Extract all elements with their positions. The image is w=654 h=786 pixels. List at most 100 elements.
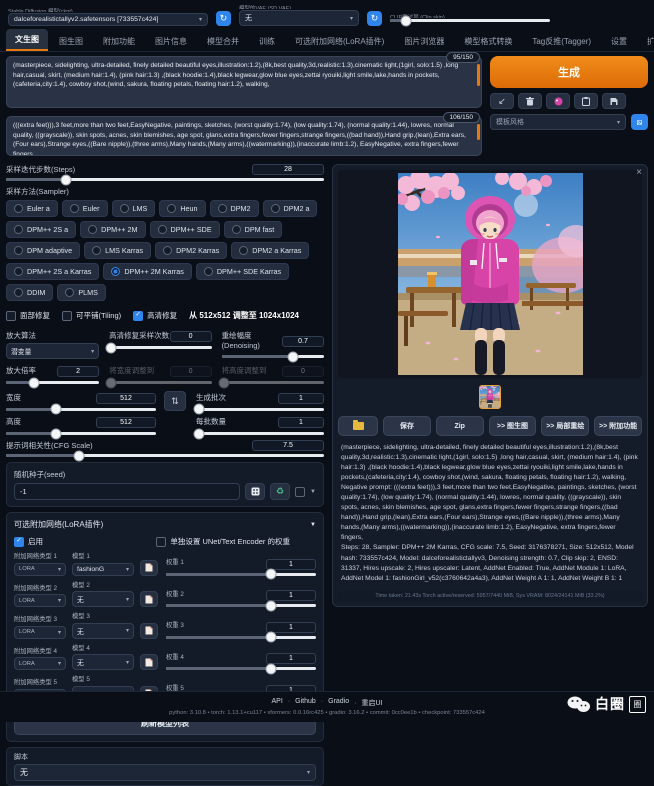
lora-type-dropdown[interactable]: LoRA ▾ — [14, 563, 66, 576]
tab[interactable]: 扩展 — [638, 31, 654, 51]
style-dropdown[interactable]: 模板风格 ▾ — [490, 114, 626, 130]
upscale-by-slider[interactable] — [6, 381, 99, 384]
tab[interactable]: 附加功能 — [94, 31, 144, 51]
generate-button[interactable]: 生成 — [490, 56, 648, 88]
slider-handle[interactable] — [61, 174, 72, 185]
cfg-slider[interactable] — [6, 454, 324, 457]
resize-width-slider[interactable] — [109, 381, 211, 384]
sampler-option[interactable]: Euler — [62, 200, 108, 217]
tab[interactable]: 训练 — [250, 31, 284, 51]
refresh-styles-button[interactable] — [631, 114, 648, 130]
lora-weight-slider[interactable] — [166, 636, 316, 639]
lora-separate-weights-checkbox[interactable]: 单独设置 UNet/Text Encoder 的权重 — [156, 536, 290, 547]
lora-type-dropdown[interactable]: LoRA ▾ — [14, 626, 66, 639]
sampler-option[interactable]: DPM++ SDE Karras — [196, 263, 289, 280]
send-to-img2img-button[interactable]: >> 图生图 — [489, 416, 537, 436]
slider-handle[interactable] — [28, 377, 39, 388]
lora-model-info-button[interactable] — [140, 560, 158, 576]
sampler-option[interactable]: DPM2 a — [263, 200, 318, 217]
hires-fix-checkbox[interactable]: 高清修复 — [133, 310, 177, 321]
sampler-option[interactable]: DPM2 a Karras — [231, 242, 309, 259]
cfg-input[interactable]: 7.5 — [252, 440, 324, 451]
clear-prompt-button[interactable] — [518, 93, 542, 109]
slider-handle[interactable] — [193, 404, 204, 415]
slider-handle[interactable] — [266, 600, 277, 611]
script-dropdown[interactable]: 无 ▾ — [14, 764, 316, 781]
slider-handle[interactable] — [74, 450, 85, 461]
width-input[interactable]: 512 — [96, 393, 156, 404]
sampler-option[interactable]: DPM adaptive — [6, 242, 80, 259]
lora-weight-input[interactable]: 1 — [266, 653, 316, 664]
batch-count-input[interactable]: 1 — [278, 393, 324, 404]
sampler-option[interactable]: DPM2 Karras — [155, 242, 227, 259]
tab[interactable]: 模型格式转换 — [455, 31, 521, 51]
sampler-option[interactable]: Euler a — [6, 200, 58, 217]
prompt-input[interactable]: (masterpiece, sidelighting, ultra-detail… — [6, 56, 482, 108]
footer-link[interactable]: API — [272, 698, 283, 708]
lora-enable-checkbox[interactable]: 启用 — [14, 536, 43, 547]
slider-handle[interactable] — [288, 351, 299, 362]
tab[interactable]: Tag反推(Tagger) — [523, 31, 600, 51]
vae-dropdown[interactable]: 无 ▾ — [239, 10, 359, 26]
zip-button[interactable]: Zip — [436, 416, 484, 436]
slider-handle[interactable] — [266, 632, 277, 643]
lora-weight-input[interactable]: 1 — [266, 590, 316, 601]
lora-weight-input[interactable]: 1 — [266, 622, 316, 633]
swap-dimensions-button[interactable]: ⇅ — [164, 391, 186, 411]
slider-handle[interactable] — [266, 569, 277, 580]
seed-input[interactable]: -1 — [14, 483, 240, 500]
lora-type-dropdown[interactable]: LoRA ▾ — [14, 657, 66, 670]
lora-weight-input[interactable]: 1 — [266, 559, 316, 570]
random-seed-button[interactable] — [245, 483, 265, 500]
close-icon[interactable]: × — [636, 167, 642, 178]
sampler-option[interactable]: DPM++ 2M Karras — [103, 263, 192, 280]
lora-model-dropdown[interactable]: 无 ▾ — [72, 623, 134, 639]
clip-skip-slider[interactable] — [390, 19, 550, 22]
refresh-vae-button[interactable]: ↻ — [367, 11, 382, 26]
denoising-input[interactable]: 0.7 — [282, 336, 324, 347]
sampler-option[interactable]: DPM fast — [224, 221, 283, 238]
lora-model-info-button[interactable] — [140, 591, 158, 607]
slider-handle[interactable] — [266, 663, 277, 674]
resize-height-slider[interactable] — [222, 381, 324, 384]
slider-handle[interactable] — [106, 342, 117, 353]
negative-prompt-scrollbar[interactable] — [477, 124, 480, 140]
steps-input[interactable]: 28 — [252, 164, 324, 175]
sampler-option[interactable]: PLMS — [57, 284, 106, 301]
footer-link[interactable]: 重启UI — [349, 698, 382, 708]
sampler-option[interactable]: DDIM — [6, 284, 53, 301]
batch-size-input[interactable]: 1 — [278, 417, 324, 428]
tab[interactable]: 文生图 — [6, 29, 48, 51]
slider-handle[interactable] — [193, 428, 204, 439]
height-slider[interactable] — [6, 432, 156, 435]
height-input[interactable]: 512 — [96, 417, 156, 428]
hires-steps-input[interactable]: 0 — [170, 331, 212, 342]
lora-type-dropdown[interactable]: LoRA ▾ — [14, 594, 66, 607]
footer-link[interactable]: Github — [283, 698, 316, 708]
upscaler-dropdown[interactable]: 潜变量 ▾ — [6, 343, 99, 359]
save-style-button[interactable] — [602, 93, 626, 109]
lora-model-dropdown[interactable]: 无 ▾ — [72, 654, 134, 670]
lora-model-dropdown[interactable]: 无 ▾ — [72, 591, 134, 607]
slider-handle[interactable] — [106, 377, 117, 388]
sampler-option[interactable]: DPM++ 2M — [80, 221, 145, 238]
sampler-option[interactable]: LMS Karras — [84, 242, 151, 259]
tab[interactable]: 模型合并 — [198, 31, 248, 51]
resize-height-input[interactable]: 0 — [282, 366, 324, 377]
tab[interactable]: 可选附加网络(LoRA插件) — [286, 31, 393, 51]
batch-count-slider[interactable] — [196, 408, 324, 411]
lora-model-dropdown[interactable]: fashionG ▾ — [72, 563, 134, 576]
lora-model-info-button[interactable] — [140, 623, 158, 639]
open-folder-button[interactable] — [338, 416, 378, 436]
resize-width-input[interactable]: 0 — [170, 366, 212, 377]
paste-params-button[interactable]: ↙ — [490, 93, 514, 109]
sampler-option[interactable]: DPM2 — [210, 200, 259, 217]
sampler-option[interactable]: DPM++ SDE — [150, 221, 220, 238]
gallery-thumbnail[interactable] — [479, 385, 501, 409]
collapse-icon[interactable]: ▼ — [310, 522, 316, 528]
tab[interactable]: 图片信息 — [146, 31, 196, 51]
slider-handle[interactable] — [50, 428, 61, 439]
slider-handle[interactable] — [401, 15, 412, 26]
tab[interactable]: 图片浏览器 — [395, 31, 453, 51]
footer-link[interactable]: Gradio — [316, 698, 349, 708]
